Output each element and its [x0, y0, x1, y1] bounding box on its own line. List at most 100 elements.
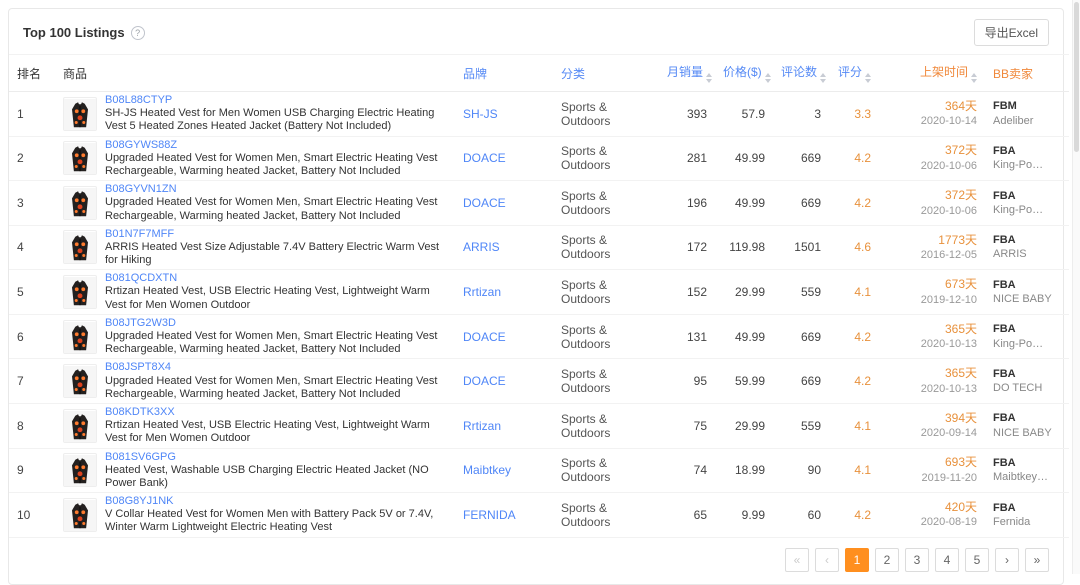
table-row: 5 B081QCDXTN Rrtizan Heated Vest, USB El…	[9, 269, 1069, 315]
product-image[interactable]	[63, 408, 97, 443]
bb-seller-cell: FBA ARRIS	[985, 225, 1069, 271]
brand-link[interactable]: Rrtizan	[463, 419, 501, 433]
product-cell: B08L88CTYP SH-JS Heated Vest for Men Wom…	[55, 91, 455, 137]
bb-seller-cell: FBA Fernida	[985, 492, 1069, 538]
product-image[interactable]	[63, 497, 97, 532]
brand-link[interactable]: DOACE	[463, 196, 506, 210]
rank-cell: 2	[9, 136, 55, 182]
column-header-sales[interactable]: 月销量	[659, 54, 715, 92]
page-1-button[interactable]: 1	[845, 547, 869, 572]
price-cell: 57.9	[715, 91, 773, 137]
first-page-button: «	[785, 547, 809, 572]
seller-name-value: DO TECH	[993, 382, 1043, 395]
monthly-sales-cell: 65	[659, 492, 715, 538]
price-value: 49.99	[734, 195, 765, 210]
rating-value: 4.2	[854, 151, 871, 166]
brand-cell: DOACE	[455, 136, 553, 182]
page-4-button[interactable]: 4	[935, 547, 959, 572]
rank-cell: 1	[9, 91, 55, 137]
asin-link[interactable]: B08KDTK3XX	[105, 406, 447, 419]
reviews-cell: 669	[773, 180, 829, 226]
price-value: 18.99	[734, 463, 765, 478]
price-cell: 59.99	[715, 358, 773, 404]
product-cell: B08GYVN1ZN Upgraded Heated Vest for Wome…	[55, 180, 455, 226]
rating-value: 4.2	[854, 374, 871, 389]
price-value: 59.99	[734, 374, 765, 389]
category-value: Sports & Outdoors	[561, 367, 611, 396]
price-value: 29.99	[734, 418, 765, 433]
rank-cell: 6	[9, 314, 55, 360]
rating-cell: 4.6	[829, 225, 879, 271]
product-image[interactable]	[63, 275, 97, 310]
asin-link[interactable]: B081QCDXTN	[105, 272, 447, 285]
product-image[interactable]	[63, 141, 97, 176]
bb-seller-cell: FBA King-Po…	[985, 180, 1069, 226]
column-header-rank: 排名	[9, 54, 55, 92]
product-image[interactable]	[63, 319, 97, 354]
column-label: 商品	[63, 66, 88, 81]
sort-icon[interactable]	[764, 73, 771, 83]
product-image[interactable]	[63, 230, 97, 265]
column-header-price[interactable]: 价格($)	[715, 54, 773, 92]
brand-link[interactable]: Maibtkey	[463, 463, 511, 477]
listing-age-value: 372天	[944, 187, 977, 202]
product-image[interactable]	[63, 364, 97, 399]
brand-link[interactable]: DOACE	[463, 330, 506, 344]
last-page-button[interactable]: »	[1025, 547, 1049, 572]
monthly-sales-value: 152	[686, 285, 707, 300]
help-icon[interactable]: ?	[130, 25, 145, 40]
sort-icon[interactable]	[706, 73, 713, 83]
sort-icon[interactable]	[865, 73, 871, 83]
brand-link[interactable]: Rrtizan	[463, 285, 501, 299]
monthly-sales-value: 393	[686, 106, 707, 121]
export-excel-button[interactable]: 导出Excel	[973, 19, 1049, 46]
product-image[interactable]	[63, 96, 97, 131]
page-2-button[interactable]: 2	[875, 547, 899, 572]
product-image[interactable]	[63, 185, 97, 220]
column-header-rating[interactable]: 评分	[829, 54, 879, 92]
product-cell: B01N7F7MFF ARRIS Heated Vest Size Adjust…	[55, 225, 455, 271]
column-label: 月销量	[667, 65, 704, 79]
price-cell: 29.99	[715, 403, 773, 449]
rating-cell: 4.2	[829, 492, 879, 538]
brand-link[interactable]: FERNIDA	[463, 508, 516, 522]
rank-value: 3	[17, 195, 24, 210]
sort-icon[interactable]	[971, 73, 977, 83]
listing-age-value: 1773天	[938, 232, 977, 247]
asin-link[interactable]: B08JSPT8X4	[105, 361, 447, 374]
product-image[interactable]	[63, 453, 97, 488]
monthly-sales-cell: 152	[659, 269, 715, 315]
asin-link[interactable]: B081SV6GPG	[105, 451, 447, 464]
category-cell: Sports & Outdoors	[553, 225, 659, 271]
asin-link[interactable]: B08L88CTYP	[105, 94, 447, 107]
rank-value: 8	[17, 418, 24, 433]
heated-vest-thumbnail-icon	[64, 277, 96, 309]
asin-link[interactable]: B08GYWS88Z	[105, 139, 447, 152]
sort-icon[interactable]	[820, 73, 827, 83]
price-value: 9.99	[741, 507, 765, 522]
brand-link[interactable]: DOACE	[463, 151, 506, 165]
monthly-sales-value: 65	[693, 507, 707, 522]
column-header-reviews[interactable]: 评论数	[773, 54, 829, 92]
brand-link[interactable]: DOACE	[463, 374, 506, 388]
seller-name-value: King-Po…	[993, 159, 1044, 172]
next-page-button[interactable]: ›	[995, 547, 1019, 572]
monthly-sales-cell: 393	[659, 91, 715, 137]
brand-link[interactable]: SH-JS	[463, 107, 498, 121]
column-label: 分类	[561, 66, 586, 81]
column-label: 价格($)	[723, 65, 762, 79]
page-5-button[interactable]: 5	[965, 547, 989, 572]
product-title: SH-JS Heated Vest for Men Women USB Char…	[105, 107, 435, 133]
monthly-sales-cell: 172	[659, 225, 715, 271]
page-3-button[interactable]: 3	[905, 547, 929, 572]
column-header-listed[interactable]: 上架时间	[879, 54, 985, 92]
brand-link[interactable]: ARRIS	[463, 240, 500, 254]
asin-link[interactable]: B08JTG2W3D	[105, 317, 447, 330]
asin-link[interactable]: B01N7F7MFF	[105, 228, 447, 241]
asin-link[interactable]: B08GYVN1ZN	[105, 183, 447, 196]
rank-value: 9	[17, 463, 24, 478]
scrollbar-thumb[interactable]	[1074, 2, 1079, 152]
asin-link[interactable]: B08G8YJ1NK	[105, 495, 447, 508]
vertical-scrollbar[interactable]	[1072, 0, 1080, 574]
column-label: 评论数	[781, 65, 818, 79]
